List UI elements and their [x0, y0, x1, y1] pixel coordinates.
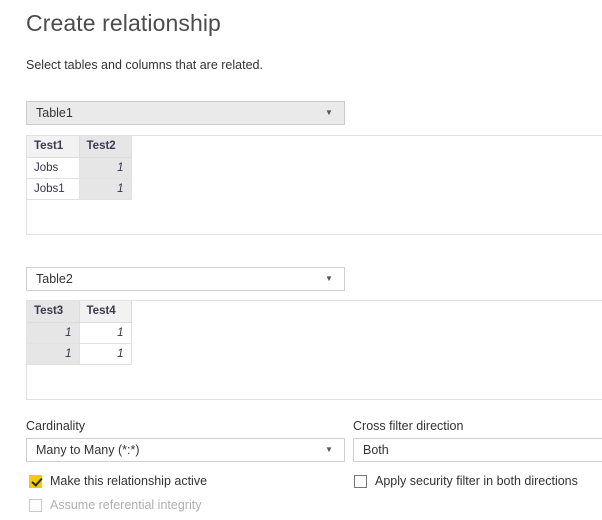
cardinality-dropdown-value: Many to Many (*:*) — [36, 443, 140, 457]
make-relationship-active-checkbox-row[interactable]: Make this relationship active — [29, 474, 207, 488]
page-title: Create relationship — [26, 10, 221, 36]
cardinality-label: Cardinality — [26, 419, 86, 433]
cell-test2-r1: 1 — [79, 157, 132, 179]
checkbox-checked-icon[interactable] — [29, 474, 42, 488]
column-header-test1[interactable]: Test1 — [27, 136, 80, 158]
cell-test4-r1: 1 — [79, 322, 132, 344]
apply-security-filter-checkbox-row[interactable]: Apply security filter in both directions — [354, 474, 578, 488]
table2-preview-region[interactable]: Test3 Test4 1 1 1 1 — [26, 300, 602, 400]
cell-test1-r1: Jobs — [27, 157, 80, 179]
cross-filter-direction-dropdown[interactable]: Both ▼ — [353, 438, 602, 462]
cell-test2-r2: 1 — [79, 178, 132, 200]
checkbox-unchecked-icon[interactable] — [354, 474, 367, 488]
assume-referential-integrity-label: Assume referential integrity — [50, 498, 202, 512]
assume-referential-integrity-checkbox-row: Assume referential integrity — [29, 498, 201, 512]
make-relationship-active-label: Make this relationship active — [50, 474, 208, 488]
table-row: 1 1 — [27, 343, 132, 365]
cross-filter-direction-value: Both — [363, 443, 389, 457]
table2-preview-grid[interactable]: Test3 Test4 1 1 1 1 — [27, 301, 132, 365]
table-header-row: Test3 Test4 — [27, 301, 132, 323]
column-header-test4[interactable]: Test4 — [79, 301, 132, 323]
cross-filter-direction-label: Cross filter direction — [353, 419, 464, 433]
cell-test1-r2: Jobs1 — [27, 178, 80, 200]
table2-dropdown-value: Table2 — [36, 272, 73, 286]
column-header-test3[interactable]: Test3 — [27, 301, 80, 323]
table1-dropdown[interactable]: Table1 ▼ — [26, 101, 345, 125]
cell-test3-r2: 1 — [27, 343, 80, 365]
apply-security-filter-label: Apply security filter in both directions — [375, 474, 578, 488]
cell-test4-r2: 1 — [79, 343, 132, 365]
table-row: Jobs1 1 — [27, 178, 132, 200]
table-header-row: Test1 Test2 — [27, 136, 132, 158]
checkbox-unchecked-disabled-icon — [29, 498, 42, 512]
cell-test3-r1: 1 — [27, 322, 80, 344]
table-row: 1 1 — [27, 322, 132, 344]
table2-dropdown[interactable]: Table2 ▼ — [26, 267, 345, 291]
table-row: Jobs 1 — [27, 157, 132, 179]
table1-preview-grid[interactable]: Test1 Test2 Jobs 1 Jobs1 1 — [27, 136, 132, 200]
cardinality-dropdown[interactable]: Many to Many (*:*) ▼ — [26, 438, 345, 462]
chevron-down-icon: ▼ — [325, 445, 333, 454]
column-header-test2[interactable]: Test2 — [79, 136, 132, 158]
table1-dropdown-value: Table1 — [36, 106, 73, 120]
chevron-down-icon: ▼ — [325, 108, 333, 117]
chevron-down-icon: ▼ — [325, 274, 333, 283]
page-subtitle: Select tables and columns that are relat… — [26, 58, 263, 72]
table1-preview-region[interactable]: Test1 Test2 Jobs 1 Jobs1 1 — [26, 135, 602, 235]
